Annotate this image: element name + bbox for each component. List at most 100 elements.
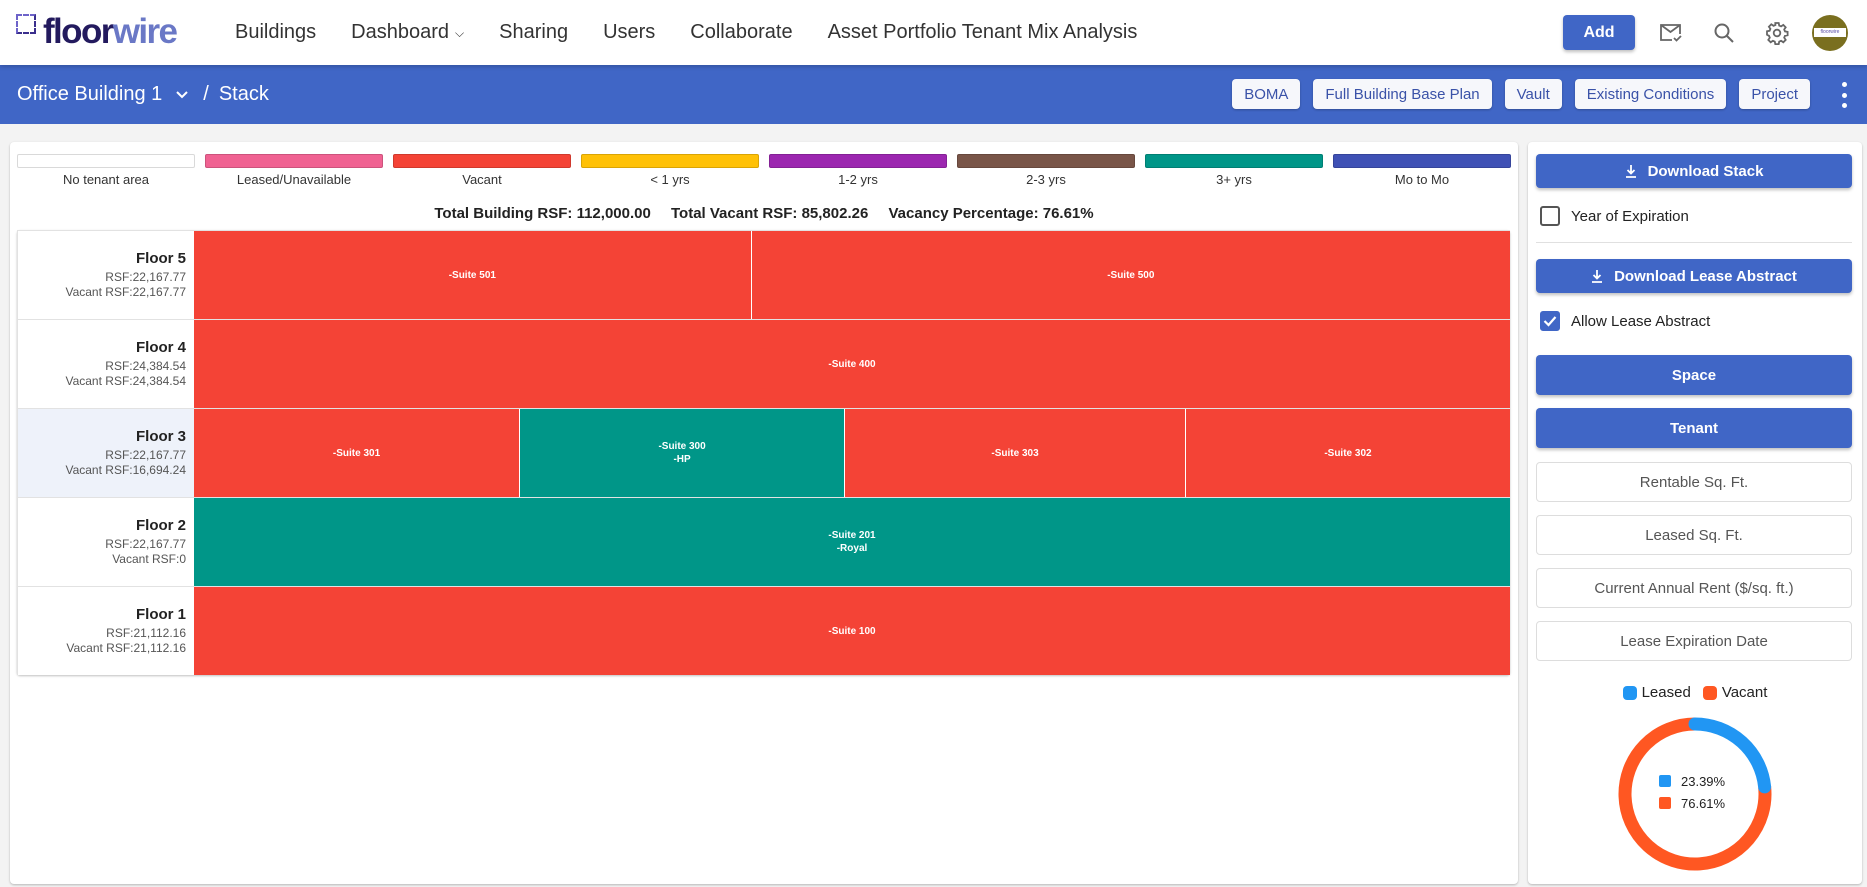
vault-button[interactable]: Vault	[1504, 79, 1562, 109]
legend-item-1-2-yrs[interactable]: 1-2 yrs	[769, 154, 947, 187]
donut-legend-label: Vacant	[1721, 684, 1768, 701]
floor-rsf: RSF:21,112.16	[106, 626, 186, 640]
floor-vacant-rsf: Vacant RSF:24,384.54	[65, 374, 186, 388]
suite-block-suite-303[interactable]: -Suite 303	[844, 409, 1185, 497]
suite-block-suite-201[interactable]: -Suite 201 -Royal	[194, 498, 1510, 586]
legend-item-no-tenant-area[interactable]: No tenant area	[17, 154, 195, 187]
divider	[1536, 242, 1852, 243]
floor-row-floor-5: Floor 5 RSF:22,167.77 Vacant RSF:22,167.77…	[17, 230, 1510, 319]
floor-vacant-rsf: Vacant RSF:0	[112, 552, 186, 566]
donut-value-label: 76.61%	[1681, 795, 1726, 811]
floor-label[interactable]: Floor 3 RSF:22,167.77 Vacant RSF:16,694.24	[17, 409, 194, 497]
year-of-expiration-checkbox[interactable]: Year of Expiration	[1540, 206, 1689, 226]
stack-legend: No tenant area Leased/Unavailable Vacant < …	[17, 154, 1511, 187]
legend-item-1-yrs[interactable]: < 1 yrs	[581, 154, 759, 187]
floor-suites: -Suite 201 -Royal	[194, 498, 1510, 586]
building-selector[interactable]: Office Building 1	[17, 83, 162, 106]
suite-label: -Suite 303	[991, 447, 1039, 459]
floor-name: Floor 3	[135, 428, 186, 445]
search-icon[interactable]	[1706, 15, 1742, 51]
tenant-button[interactable]: Tenant	[1536, 408, 1852, 448]
value-square-icon	[1659, 775, 1671, 787]
add-button[interactable]: Add	[1563, 15, 1635, 50]
existing-conditions-button[interactable]: Existing Conditions	[1574, 79, 1727, 109]
main-nav: Buildings Dashboard ⌵ Sharing Users Colla…	[235, 0, 1172, 65]
donut-legend-leased[interactable]: Leased	[1622, 684, 1691, 701]
more-options-icon[interactable]	[1839, 82, 1849, 108]
legend-item-mo-to-mo[interactable]: Mo to Mo	[1333, 154, 1511, 187]
legend-item-2-3-yrs[interactable]: 2-3 yrs	[957, 154, 1135, 187]
nav-dashboard[interactable]: Dashboard ⌵	[351, 21, 464, 44]
building-subheader: Office Building 1 / Stack BOMA Full Buil…	[0, 65, 1867, 124]
legend-item-leased-unavailable[interactable]: Leased/Unavailable	[205, 154, 383, 187]
floor-suites: -Suite 501 -Suite 500	[194, 231, 1510, 319]
legend-label: Mo to Mo	[1394, 172, 1450, 187]
stack-plan: Floor 5 RSF:22,167.77 Vacant RSF:22,167.77…	[17, 230, 1510, 675]
donut-legend: Leased Vacant	[1528, 684, 1862, 701]
user-avatar[interactable]: floorwire	[1812, 14, 1848, 51]
nav-users[interactable]: Users	[603, 21, 655, 44]
suite-block-suite-301[interactable]: -Suite 301	[194, 409, 520, 497]
legend-label: 2-3 yrs	[1026, 172, 1066, 187]
floor-label[interactable]: Floor 5 RSF:22,167.77 Vacant RSF:22,167.77	[17, 231, 194, 319]
floor-suites: -Suite 100	[194, 587, 1510, 675]
mail-check-icon[interactable]	[1653, 15, 1689, 51]
logo-text-part2: wire	[112, 12, 178, 51]
suite-block-suite-302[interactable]: -Suite 302	[1184, 409, 1510, 497]
allow-lease-abstract-checkbox[interactable]: Allow Lease Abstract	[1540, 311, 1710, 331]
full-building-base-plan-button[interactable]: Full Building Base Plan	[1313, 79, 1492, 109]
side-panel: Download Stack Year of Expiration Downlo…	[1528, 142, 1862, 884]
nav-buildings[interactable]: Buildings	[235, 21, 316, 44]
chevron-down-icon[interactable]	[175, 87, 189, 102]
gear-icon[interactable]	[1759, 15, 1795, 51]
donut-value-leased: 23.39%	[1659, 770, 1725, 792]
leased-sq-ft-button[interactable]: Leased Sq. Ft.	[1536, 515, 1852, 555]
top-navbar: floorwire Buildings Dashboard ⌵ Sharing U…	[0, 0, 1867, 65]
suite-label: -HP	[673, 454, 691, 465]
floor-name: Floor 1	[135, 606, 186, 623]
legend-item-3-yrs[interactable]: 3+ yrs	[1145, 154, 1323, 187]
checkbox-checked-icon	[1540, 311, 1560, 331]
breadcrumb-separator: /	[203, 83, 209, 105]
legend-swatch	[957, 154, 1135, 168]
floor-name: Floor 2	[135, 517, 186, 534]
chevron-down-icon: ⌵	[455, 26, 465, 40]
legend-item-vacant[interactable]: Vacant	[393, 154, 571, 187]
nav-collaborate[interactable]: Collaborate	[690, 21, 792, 44]
legend-label: < 1 yrs	[650, 172, 690, 187]
download-stack-button[interactable]: Download Stack	[1536, 154, 1852, 188]
legend-label: No tenant area	[62, 172, 149, 187]
floorwire-logo[interactable]: floorwire	[16, 12, 178, 51]
floor-label[interactable]: Floor 2 RSF:22,167.77 Vacant RSF:0	[17, 498, 194, 586]
value-square-icon	[1659, 797, 1671, 809]
floor-rsf: RSF:24,384.54	[105, 359, 186, 373]
space-button[interactable]: Space	[1536, 355, 1852, 395]
legend-swatch	[17, 154, 195, 168]
floor-rsf: RSF:22,167.77	[105, 537, 186, 551]
floor-name: Floor 4	[135, 339, 186, 356]
boma-button[interactable]: BOMA	[1232, 79, 1301, 109]
legend-label: 1-2 yrs	[838, 172, 878, 187]
legend-swatch	[205, 154, 383, 168]
floor-name: Floor 5	[135, 250, 186, 267]
lease-expiration-date-button[interactable]: Lease Expiration Date	[1536, 621, 1852, 661]
floor-label[interactable]: Floor 1 RSF:21,112.16 Vacant RSF:21,112.16	[17, 587, 194, 675]
donut-center-labels: 23.39% 76.61%	[1659, 770, 1725, 814]
suite-block-suite-501[interactable]: -Suite 501	[194, 231, 751, 319]
floor-label[interactable]: Floor 4 RSF:24,384.54 Vacant RSF:24,384.54	[17, 320, 194, 408]
total-building-rsf: Total Building RSF: 112,000.00	[434, 205, 651, 222]
nav-asset-portfolio-tenant-mix-analysis[interactable]: Asset Portfolio Tenant Mix Analysis	[828, 21, 1138, 44]
building-totals: Total Building RSF: 112,000.00 Total Vac…	[10, 205, 1518, 222]
suite-block-suite-300[interactable]: -Suite 300 -HP	[519, 409, 845, 497]
suite-block-suite-400[interactable]: -Suite 400	[194, 320, 1510, 408]
suite-block-suite-100[interactable]: -Suite 100	[194, 587, 1510, 675]
nav-sharing[interactable]: Sharing	[499, 21, 568, 44]
suite-label: -Royal	[836, 543, 868, 554]
project-button[interactable]: Project	[1739, 79, 1810, 109]
suite-block-suite-500[interactable]: -Suite 500	[750, 231, 1510, 319]
download-lease-abstract-button[interactable]: Download Lease Abstract	[1536, 259, 1852, 293]
rentable-sq-ft-button[interactable]: Rentable Sq. Ft.	[1536, 462, 1852, 502]
current-annual-rent-button[interactable]: Current Annual Rent ($/sq. ft.)	[1536, 568, 1852, 608]
donut-legend-vacant[interactable]: Vacant	[1702, 684, 1768, 701]
legend-swatch	[1145, 154, 1323, 168]
